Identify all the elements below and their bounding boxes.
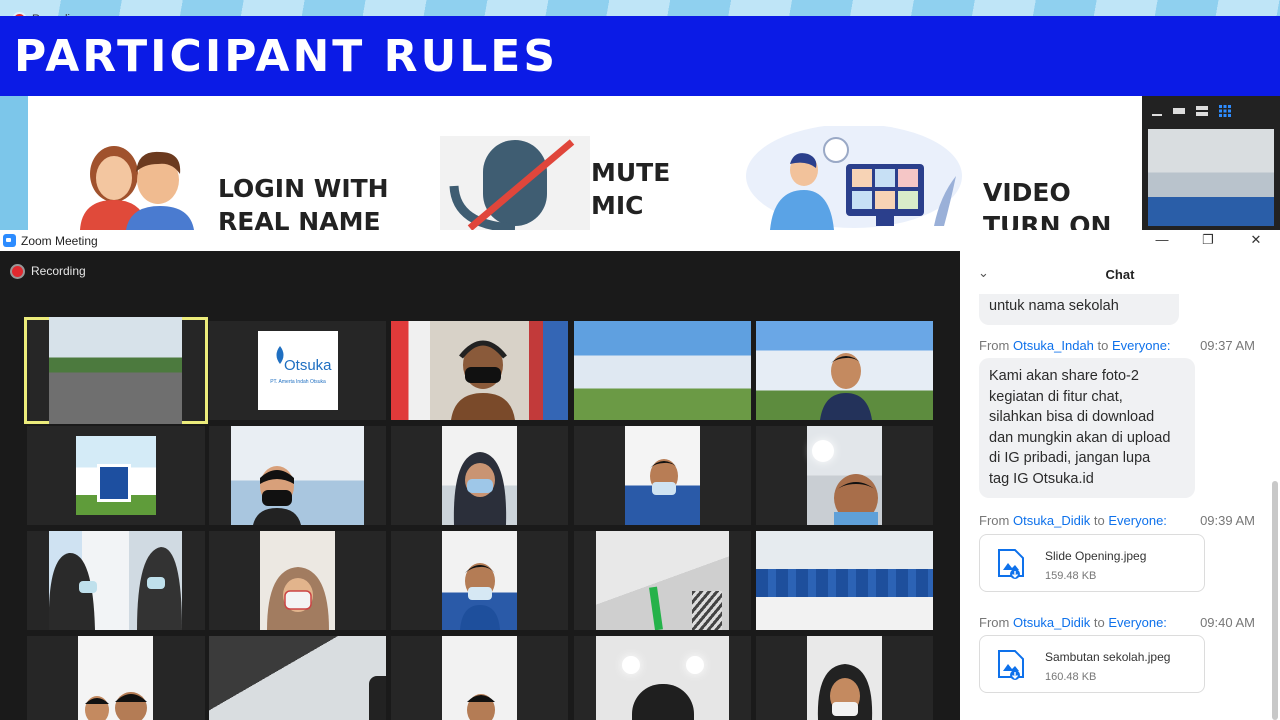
video-tile[interactable] xyxy=(209,636,386,720)
chat-recipient-link[interactable]: Everyone: xyxy=(1108,615,1167,630)
shared-screen-slide: Recording PARTICIPANT RULES LOGIN WITH R… xyxy=(0,0,1280,230)
zoom-meeting-window: Zoom Meeting — ❐ ✕ Recording Otsuka PT. … xyxy=(0,230,1280,720)
participant-silhouette xyxy=(460,563,500,630)
thumbnail-video xyxy=(1148,129,1274,226)
chat-sender-link[interactable]: Otsuka_Didik xyxy=(1013,615,1090,630)
chat-recipient-link[interactable]: Everyone: xyxy=(1108,513,1167,528)
gallery-view: Recording Otsuka PT. Amerta Indah Otsuka xyxy=(0,251,960,720)
window-titlebar: Zoom Meeting — ❐ ✕ xyxy=(0,230,1280,251)
chat-message-bubble: Kami akan share foto-2 kegiatan di fitur… xyxy=(979,358,1195,498)
participant-silhouette xyxy=(369,676,386,720)
minimize-thumbnail-icon[interactable] xyxy=(1151,105,1163,117)
meeting-recording-indicator[interactable]: Recording xyxy=(12,264,86,278)
recording-dot-icon xyxy=(12,265,23,277)
chat-file-name: Sambutan sekolah.jpeg xyxy=(1045,650,1171,664)
video-tile[interactable]: Otsuka PT. Amerta Indah Otsuka xyxy=(209,321,386,420)
video-tile[interactable] xyxy=(756,531,933,630)
chat-header: ⌄ Chat xyxy=(960,251,1280,297)
meeting-recording-label: Recording xyxy=(31,264,86,278)
video-tile[interactable] xyxy=(391,531,568,630)
video-tile[interactable] xyxy=(756,321,933,420)
ceiling-light xyxy=(686,656,704,674)
chat-file-card[interactable]: Slide Opening.jpeg 159.48 KB xyxy=(979,534,1205,592)
video-tile[interactable] xyxy=(27,531,205,630)
participant-silhouette xyxy=(85,692,147,720)
chat-message-meta: From Otsuka_Didik to Everyone: 09:40 AM xyxy=(979,615,1255,630)
chat-sender-link[interactable]: Otsuka_Indah xyxy=(1013,338,1094,353)
window-title: Zoom Meeting xyxy=(21,233,98,248)
rule-video-text: VIDEO TURN ON xyxy=(983,178,1112,230)
chat-timestamp: 09:37 AM xyxy=(1200,338,1255,353)
chat-file-card[interactable]: Sambutan sekolah.jpeg 160.48 KB xyxy=(979,635,1205,693)
slide-title: PARTICIPANT RULES xyxy=(14,30,559,82)
ceiling-light xyxy=(622,656,640,674)
chat-title: Chat xyxy=(1105,267,1135,282)
video-tile[interactable] xyxy=(391,426,568,525)
chat-message-bubble: untuk nama sekolah xyxy=(979,294,1179,325)
chat-file-name: Slide Opening.jpeg xyxy=(1045,549,1147,563)
rule-mute-text: MUTE MIC xyxy=(591,158,671,220)
participant-silhouette xyxy=(644,459,684,525)
chat-recipient-link[interactable]: Everyone: xyxy=(1112,338,1171,353)
participant-silhouette xyxy=(467,694,495,720)
shelf-graphic xyxy=(692,591,722,630)
participant-silhouette xyxy=(817,664,873,720)
presenter-thumbnail[interactable] xyxy=(1142,96,1280,230)
image-file-download-icon[interactable] xyxy=(997,548,1025,579)
video-tile[interactable] xyxy=(756,426,933,525)
video-tile[interactable] xyxy=(574,531,751,630)
video-tile[interactable] xyxy=(574,321,751,420)
otsuka-logo-subtext: PT. Amerta Indah Otsuka xyxy=(270,379,326,385)
participant-silhouette xyxy=(820,353,872,420)
participant-silhouette xyxy=(834,474,878,525)
muted-mic-icon xyxy=(440,136,590,230)
window-close-button[interactable]: ✕ xyxy=(1233,230,1279,251)
video-tile[interactable] xyxy=(24,317,208,424)
chat-file-size: 160.48 KB xyxy=(1045,671,1097,683)
chat-sender-link[interactable]: Otsuka_Didik xyxy=(1013,513,1090,528)
classroom-students xyxy=(756,569,933,597)
thumbnail-toolbar xyxy=(1142,96,1280,126)
people-icon xyxy=(80,146,194,230)
chat-scrollbar[interactable] xyxy=(1272,481,1278,720)
video-tile[interactable] xyxy=(391,321,568,420)
gallery-view-icon[interactable] xyxy=(1218,104,1232,118)
participant-silhouette xyxy=(453,452,507,525)
rule-login-text: LOGIN WITH REAL NAME xyxy=(218,174,389,230)
slide-title-banner: PARTICIPANT RULES xyxy=(0,16,1280,96)
building-graphic xyxy=(97,464,131,502)
chat-message-meta: From Otsuka_Didik to Everyone: 09:39 AM xyxy=(979,513,1255,528)
zoom-logo-icon xyxy=(3,234,16,247)
participant-silhouette xyxy=(253,466,301,525)
participant-silhouette xyxy=(49,547,182,630)
chat-timestamp: 09:40 AM xyxy=(1200,615,1255,630)
chat-file-size: 159.48 KB xyxy=(1045,570,1097,582)
video-tile[interactable] xyxy=(209,531,386,630)
chat-timestamp: 09:39 AM xyxy=(1200,513,1255,528)
otsuka-logo-text: Otsuka xyxy=(284,357,332,374)
chat-message-meta: From Otsuka_Indah to Everyone: 09:37 AM xyxy=(979,338,1255,353)
rules-board: LOGIN WITH REAL NAME MUTE MIC VIDEO TURN… xyxy=(28,96,1142,230)
video-tile[interactable] xyxy=(756,636,933,720)
side-by-side-icon[interactable] xyxy=(1195,105,1209,117)
slide-wave-decoration xyxy=(0,0,1280,16)
video-tile[interactable] xyxy=(27,426,205,525)
video-tile[interactable] xyxy=(574,426,751,525)
video-tile[interactable] xyxy=(27,636,205,720)
window-restore-button[interactable]: ❐ xyxy=(1185,230,1231,251)
participant-silhouette xyxy=(267,567,329,630)
video-tile[interactable] xyxy=(574,636,751,720)
ceiling-light xyxy=(812,440,834,462)
participant-silhouette xyxy=(451,340,515,420)
window-minimize-button[interactable]: — xyxy=(1139,230,1185,251)
video-tile[interactable] xyxy=(209,426,386,525)
chat-panel: ⌄ Chat untuk nama sekolah From Otsuka_In… xyxy=(960,251,1280,720)
speaker-view-icon[interactable] xyxy=(1172,105,1186,117)
image-file-download-icon[interactable] xyxy=(997,649,1025,680)
video-tile[interactable] xyxy=(391,636,568,720)
video-call-illustration-icon xyxy=(746,126,962,230)
